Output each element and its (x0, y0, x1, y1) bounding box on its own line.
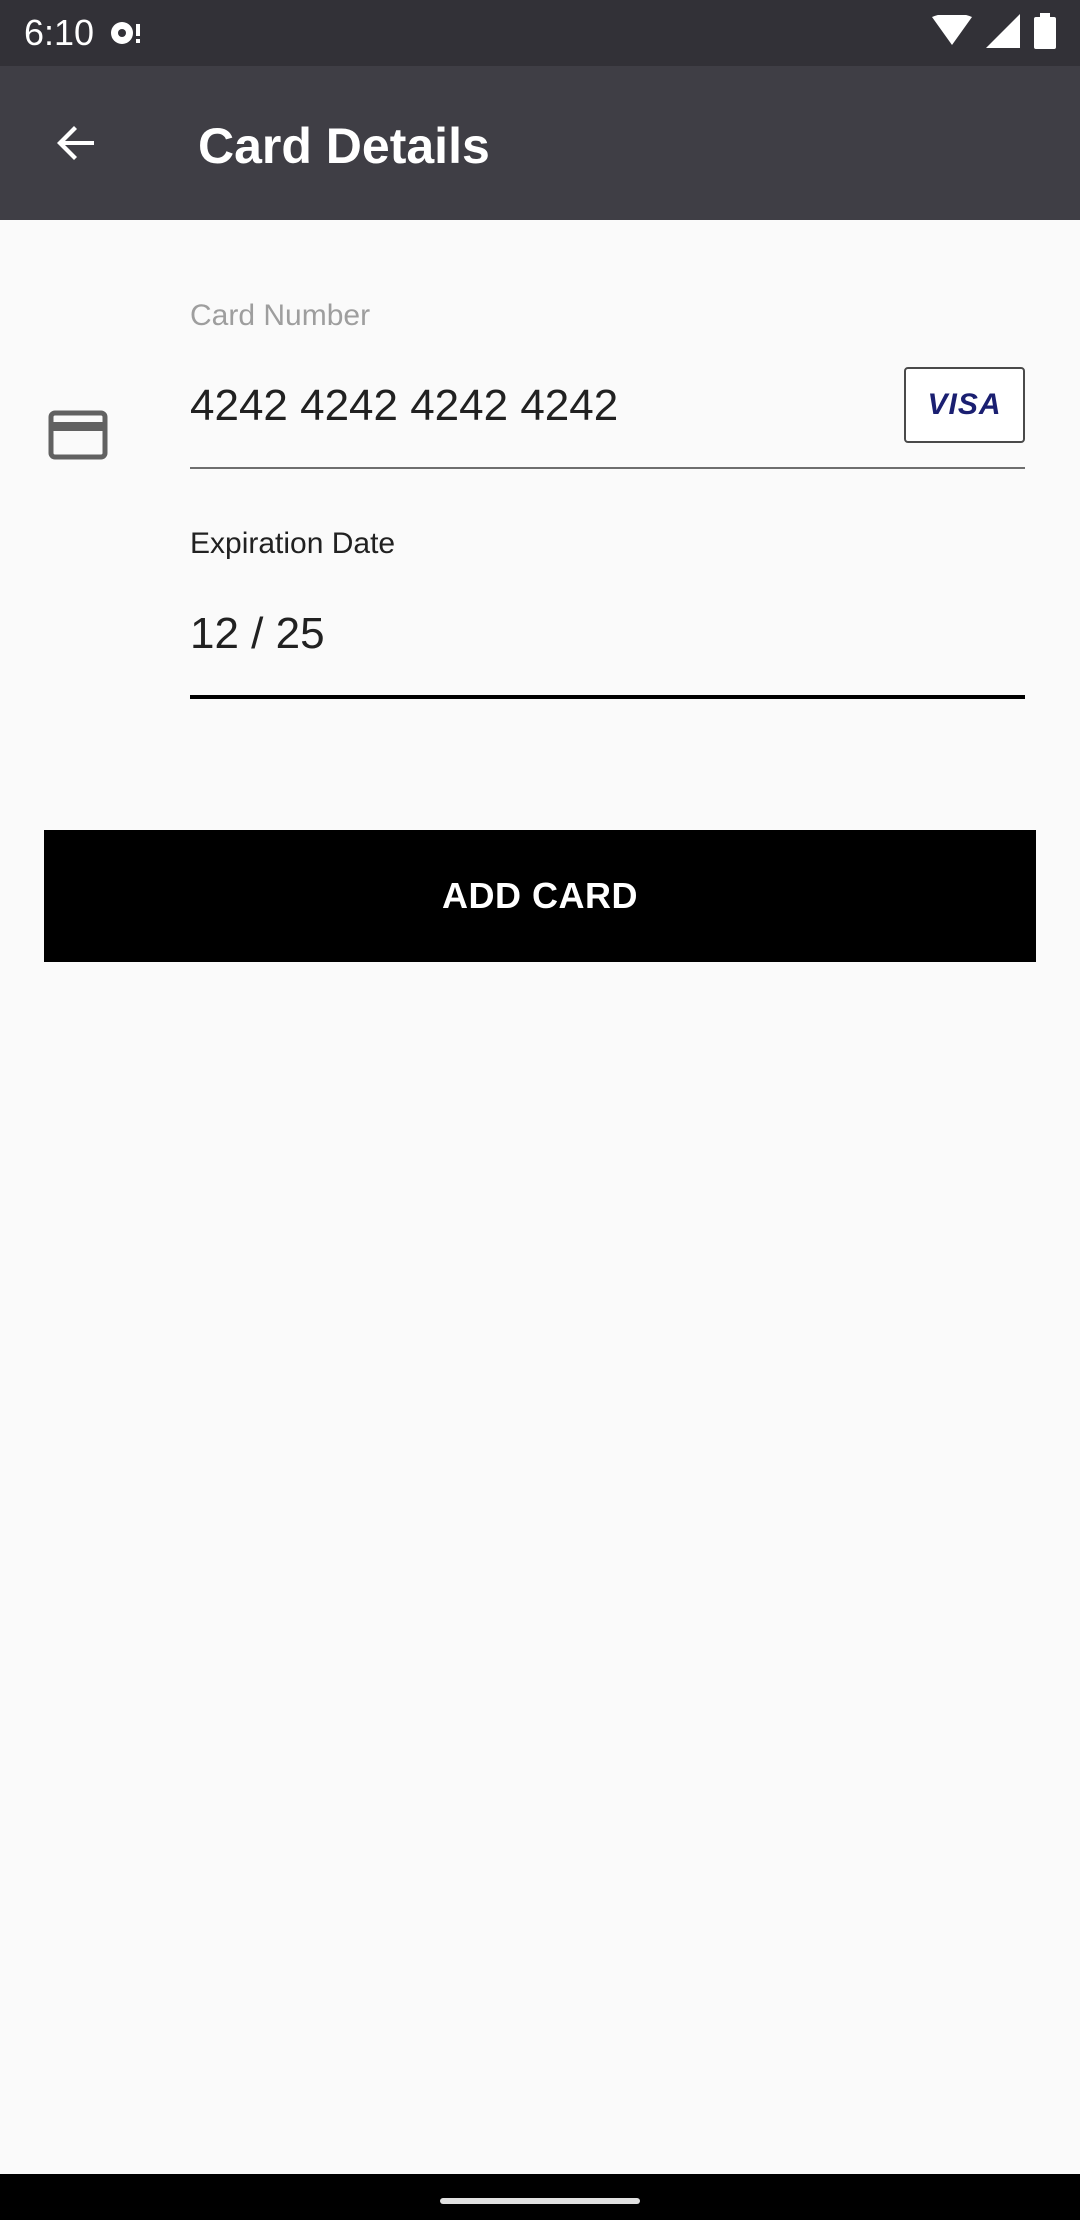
navigation-bar (0, 2174, 1080, 2220)
card-number-underline (190, 467, 1025, 469)
status-time: 6:10 (24, 12, 95, 53)
status-bar: 6:10 (0, 0, 1080, 66)
add-card-button[interactable]: ADD CARD (44, 830, 1036, 962)
card-number-input[interactable]: 4242 4242 4242 4242 (190, 380, 618, 432)
wifi-icon (932, 12, 972, 52)
app-toolbar: Card Details (0, 66, 1080, 220)
notification-icon (108, 15, 144, 51)
arrow-back-icon (52, 119, 100, 172)
expiration-date-label: Expiration Date (190, 527, 396, 560)
status-icons (932, 12, 1056, 54)
credit-card-icon (48, 410, 108, 460)
card-number-label: Card Number (190, 299, 371, 332)
back-button[interactable] (36, 105, 116, 185)
expiration-date-input[interactable]: 12 / 25 (190, 608, 325, 660)
expiration-date-underline (190, 695, 1025, 699)
visa-brand-icon: VISA (904, 367, 1025, 443)
home-gesture-handle[interactable] (440, 2198, 640, 2204)
page-title: Card Details (198, 118, 490, 174)
battery-icon (1034, 12, 1056, 54)
card-brand-label: VISA (927, 388, 1002, 421)
signal-icon (986, 13, 1020, 53)
